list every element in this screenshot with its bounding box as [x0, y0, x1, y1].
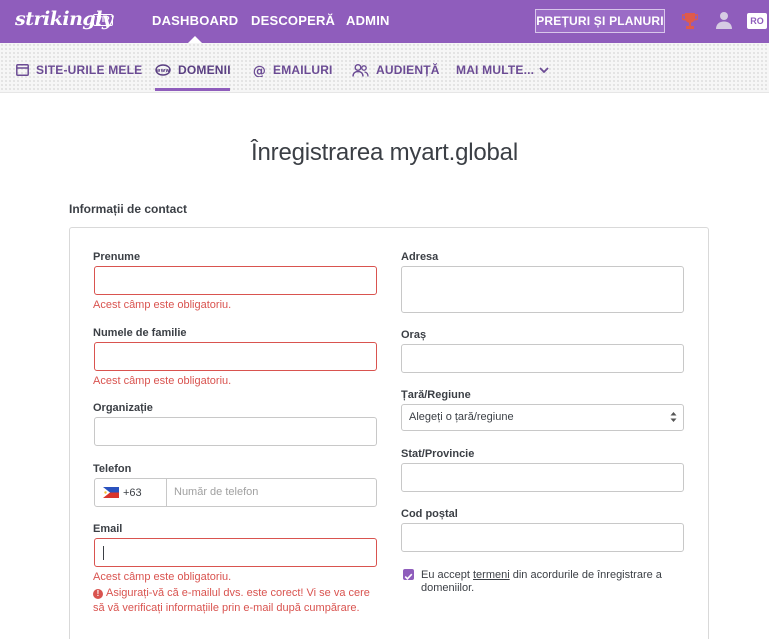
chevron-down-icon — [539, 66, 549, 73]
nav-admin[interactable]: ADMIN — [346, 13, 390, 28]
language-selector[interactable]: RO — [747, 13, 767, 29]
subnav-my-sites[interactable]: SITE-URILE MELE — [16, 62, 142, 78]
nav-dashboard[interactable]: DASHBOARD — [152, 13, 238, 43]
last-name-error: Acest câmp este obligatoriu. — [93, 375, 232, 387]
subnav-emails-label: EMAILURI — [273, 63, 333, 77]
country-label: Țară/Regiune — [401, 389, 471, 401]
email-label: Email — [93, 523, 123, 535]
audience-icon — [352, 63, 369, 77]
top-bar: strikingly VIP DASHBOARD DESCOPERĂ ADMIN… — [0, 0, 769, 43]
at-icon: @ — [253, 64, 266, 77]
address-textarea[interactable] — [401, 266, 684, 313]
svg-text:www: www — [156, 68, 171, 74]
terms-checkbox[interactable] — [403, 569, 414, 580]
page-title: Înregistrarea myart.global — [251, 139, 518, 166]
subnav-audience-label: AUDIENȚĂ — [376, 63, 440, 77]
check-icon — [404, 573, 413, 580]
phone-field: +63 Număr de telefon — [94, 478, 377, 507]
sub-navigation: SITE-URILE MELE www DOMENII @ EMAILURI A… — [0, 43, 769, 93]
postal-code-label: Cod poștal — [401, 508, 458, 520]
subnav-domains-label: DOMENII — [178, 63, 231, 77]
terms-link[interactable]: termeni — [473, 569, 510, 581]
city-input[interactable] — [401, 344, 684, 373]
city-label: Oraș — [401, 329, 427, 341]
pricing-plans-button[interactable]: PREȚURI ȘI PLANURI — [535, 9, 665, 33]
subnav-more[interactable]: MAI MULTE... — [456, 62, 549, 78]
last-name-label: Numele de familie — [93, 327, 187, 339]
phone-country-code: +63 — [123, 486, 142, 499]
first-name-error: Acest câmp este obligatoriu. — [93, 299, 232, 311]
phone-label: Telefon — [93, 463, 132, 475]
alert-icon: ! — [93, 589, 103, 599]
organization-input[interactable] — [94, 417, 377, 446]
philippines-flag-icon — [103, 487, 119, 498]
country-select[interactable]: Alegeți o țară/regiune — [401, 404, 684, 431]
state-input[interactable] — [401, 463, 684, 492]
vip-badge: VIP — [93, 14, 113, 26]
subnav-more-label: MAI MULTE... — [456, 63, 535, 77]
trophy-icon[interactable] — [682, 11, 698, 31]
email-error: Acest câmp este obligatoriu. — [93, 571, 232, 583]
site-icon — [16, 64, 29, 76]
svg-text:@: @ — [253, 64, 266, 77]
first-name-input[interactable] — [94, 266, 377, 295]
subnav-my-sites-label: SITE-URILE MELE — [36, 63, 143, 77]
postal-code-input[interactable] — [401, 523, 684, 552]
text-cursor — [103, 546, 104, 560]
terms-text-before: Eu accept — [421, 569, 473, 581]
country-select-value: Alegeți o țară/regiune — [409, 411, 514, 423]
last-name-input[interactable] — [94, 342, 377, 371]
subnav-emails[interactable]: @ EMAILURI — [253, 62, 333, 78]
phone-country-selector[interactable]: +63 — [95, 479, 167, 506]
subnav-domains[interactable]: www DOMENII — [155, 62, 231, 78]
first-name-label: Prenume — [93, 251, 141, 263]
select-arrows-icon — [670, 412, 677, 422]
nav-descopera[interactable]: DESCOPERĂ — [251, 13, 335, 28]
organization-label: Organizație — [93, 402, 153, 414]
phone-number-input[interactable]: Număr de telefon — [174, 486, 258, 498]
domain-icon: www — [155, 64, 171, 76]
address-label: Adresa — [401, 251, 439, 263]
email-warning: ! Asigurați-vă că e-mailul dvs. este core… — [93, 586, 378, 616]
state-label: Stat/Provincie — [401, 448, 475, 460]
email-input[interactable] — [94, 538, 377, 567]
section-title: Informații de contact — [69, 202, 188, 216]
active-tab-indicator — [155, 88, 230, 91]
user-icon[interactable] — [716, 11, 732, 29]
subnav-audience[interactable]: AUDIENȚĂ — [352, 62, 440, 78]
email-warning-text: Asigurați-vă că e-mailul dvs. este corec… — [93, 587, 370, 614]
terms-text: Eu accept termeni din acordurile de înre… — [421, 569, 691, 595]
